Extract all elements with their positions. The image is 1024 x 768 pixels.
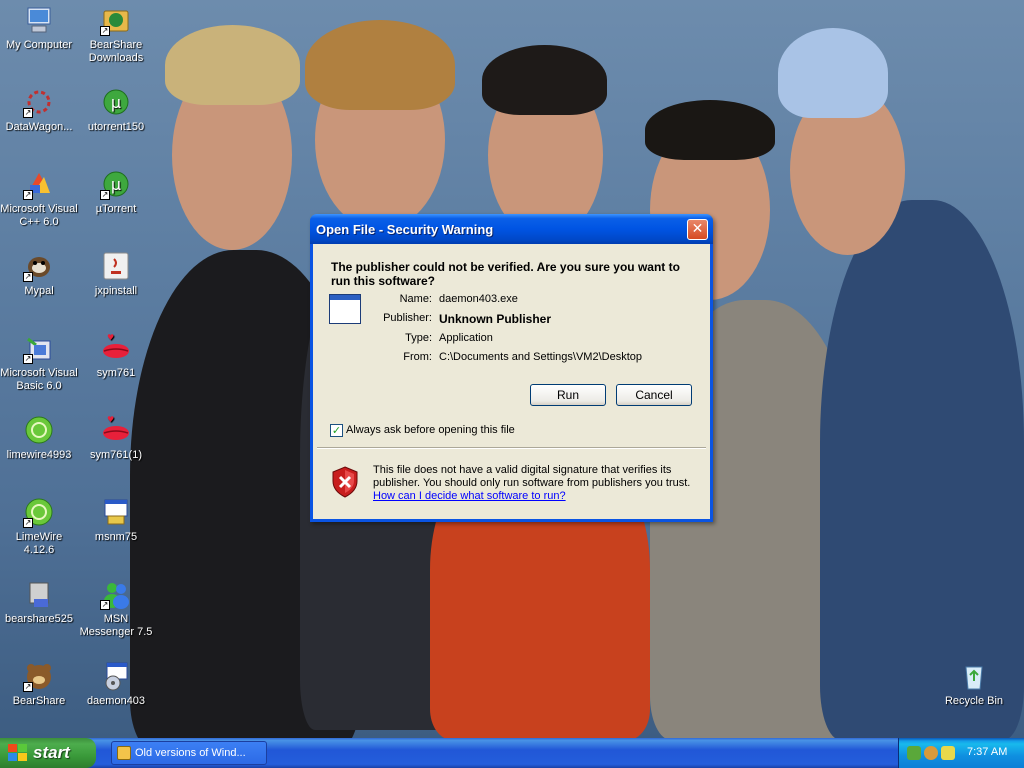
start-label: start xyxy=(33,743,70,762)
desktop-icon-visual-basic[interactable]: ↗ Microsoft Visual Basic 6.0 xyxy=(0,332,78,393)
always-ask-label[interactable]: Always ask before opening this file xyxy=(346,424,515,436)
always-ask-checkbox[interactable]: ✓ xyxy=(330,424,343,437)
desktop-icon-jxpinstall[interactable]: jxpinstall xyxy=(77,250,155,298)
folder-icon xyxy=(117,746,131,760)
desktop-icon-daemon403[interactable]: daemon403 xyxy=(77,660,155,708)
desktop-icon-label: Mypal xyxy=(24,285,54,297)
security-warning-dialog: Open File - Security Warning ✕ The publi… xyxy=(310,214,713,522)
network-icon[interactable] xyxy=(907,746,921,760)
taskbar: start Old versions of Wind... 7:37 AM xyxy=(0,738,1024,768)
desktop-icon-label: µTorrent xyxy=(95,203,137,215)
desktop-icon-label: MSN Messenger 7.5 xyxy=(79,613,153,638)
desktop-icon-label: BearShare xyxy=(12,695,66,707)
publisher-key: Publisher: xyxy=(383,312,432,324)
desktop-icon-label: BearShare Downloads xyxy=(88,39,144,64)
desktop-icon-bearshare-downloads[interactable]: ↗ BearShare Downloads xyxy=(77,4,155,65)
start-button[interactable]: start xyxy=(0,738,96,768)
utorrent-shortcut-icon: µ ↗ xyxy=(100,168,132,200)
close-button[interactable]: ✕ xyxy=(687,219,708,240)
desktop-icon-label: Recycle Bin xyxy=(944,695,1004,707)
limewire-shortcut-icon: ↗ xyxy=(23,496,55,528)
desktop-icon-mypal[interactable]: ↗ Mypal xyxy=(0,250,78,298)
security-alert-icon[interactable] xyxy=(941,746,955,760)
clock[interactable]: 7:37 AM xyxy=(967,746,1007,758)
warning-text: This file does not have a valid digital … xyxy=(373,464,691,489)
application-file-icon xyxy=(329,294,361,324)
lips-icon: ♥ xyxy=(100,414,132,446)
dialog-separator xyxy=(317,447,706,449)
desktop-icon-label: My Computer xyxy=(5,39,73,51)
bearshare-icon: ↗ xyxy=(23,660,55,692)
type-value: Application xyxy=(439,332,493,344)
desktop-icon-my-computer[interactable]: My Computer xyxy=(0,4,78,52)
recycle-bin-icon xyxy=(958,660,990,692)
cancel-button[interactable]: Cancel xyxy=(616,384,692,406)
security-shield-icon xyxy=(331,466,359,498)
desktop-icon-limewire-4126[interactable]: ↗ LimeWire 4.12.6 xyxy=(0,496,78,557)
my-computer-icon xyxy=(23,4,55,36)
desktop-icon-label: limewire4993 xyxy=(6,449,72,461)
desktop-icon-utorrent[interactable]: µ ↗ µTorrent xyxy=(77,168,155,216)
dialog-titlebar[interactable]: Open File - Security Warning ✕ xyxy=(310,214,713,244)
taskbar-item-label: Old versions of Wind... xyxy=(135,747,246,759)
limewire-icon xyxy=(23,414,55,446)
utorrent-icon: µ xyxy=(100,86,132,118)
name-value: daemon403.exe xyxy=(439,293,518,305)
desktop-icon-label: bearshare525 xyxy=(5,613,73,625)
type-key: Type: xyxy=(405,332,432,344)
desktop-icon-utorrent150[interactable]: µ utorrent150 xyxy=(77,86,155,134)
mypal-icon: ↗ xyxy=(23,250,55,282)
desktop-icon-label: DataWagon... xyxy=(5,121,73,133)
dialog-title: Open File - Security Warning xyxy=(316,222,494,237)
daemon-installer-icon xyxy=(100,660,132,692)
system-tray: 7:37 AM xyxy=(898,738,1024,768)
warning-message: This file does not have a valid digital … xyxy=(373,464,703,503)
java-installer-icon xyxy=(100,250,132,282)
svg-text:µ: µ xyxy=(111,93,121,112)
desktop-icon-label: Microsoft Visual Basic 6.0 xyxy=(0,367,78,392)
close-icon: ✕ xyxy=(691,221,704,237)
desktop-icon-sym761-1[interactable]: ♥ sym761(1) xyxy=(77,414,155,462)
visual-basic-icon: ↗ xyxy=(23,332,55,364)
checkmark-icon: ✓ xyxy=(331,424,342,437)
desktop-icon-label: daemon403 xyxy=(86,695,146,707)
desktop-icon-label: utorrent150 xyxy=(87,121,145,133)
desktop-icon-msn-messenger[interactable]: ↗ MSN Messenger 7.5 xyxy=(77,578,155,639)
svg-text:♥: ♥ xyxy=(107,333,114,342)
desktop-icon-label: msnm75 xyxy=(94,531,138,543)
help-link[interactable]: How can I decide what software to run? xyxy=(373,490,566,502)
from-value: C:\Documents and Settings\VM2\Desktop xyxy=(439,351,642,363)
installer-icon xyxy=(100,496,132,528)
desktop-icon-label: sym761(1) xyxy=(90,449,142,461)
desktop-icon-visual-cpp[interactable]: ↗ Microsoft Visual C++ 6.0 xyxy=(0,168,78,229)
msn-messenger-icon: ↗ xyxy=(100,578,132,610)
desktop-icon-limewire4993[interactable]: limewire4993 xyxy=(0,414,78,462)
desktop-icon-msnm75[interactable]: msnm75 xyxy=(77,496,155,544)
desktop-icon-sym761[interactable]: ♥ sym761 xyxy=(77,332,155,380)
bearshare-downloads-icon: ↗ xyxy=(100,4,132,36)
desktop-icon-recycle-bin[interactable]: Recycle Bin xyxy=(935,660,1013,708)
desktop-icon-bearshare[interactable]: ↗ BearShare xyxy=(0,660,78,708)
name-key: Name: xyxy=(399,293,432,305)
publisher-value: Unknown Publisher xyxy=(439,312,552,326)
taskbar-item-browser[interactable]: Old versions of Wind... xyxy=(111,741,267,765)
desktop-icon-datawagon[interactable]: ↗ DataWagon... xyxy=(0,86,78,134)
bearshare-installer-icon xyxy=(23,578,55,610)
windows-logo-icon xyxy=(8,744,27,761)
svg-text:♥: ♥ xyxy=(107,415,114,424)
dialog-question: The publisher could not be verified. Are… xyxy=(331,260,680,288)
desktop-icon-label: LimeWire 4.12.6 xyxy=(15,531,63,556)
desktop-icon-label: sym761 xyxy=(96,367,136,379)
desktop-icon-bearshare525[interactable]: bearshare525 xyxy=(0,578,78,626)
datawagon-icon: ↗ xyxy=(23,86,55,118)
run-button[interactable]: Run xyxy=(530,384,606,406)
desktop-icon-label: jxpinstall xyxy=(94,285,138,297)
bearshare-tray-icon[interactable] xyxy=(924,746,938,760)
lips-icon: ♥ xyxy=(100,332,132,364)
from-key: From: xyxy=(403,351,432,363)
desktop-icon-label: Microsoft Visual C++ 6.0 xyxy=(0,203,78,228)
visual-cpp-icon: ↗ xyxy=(23,168,55,200)
svg-text:µ: µ xyxy=(111,175,121,194)
